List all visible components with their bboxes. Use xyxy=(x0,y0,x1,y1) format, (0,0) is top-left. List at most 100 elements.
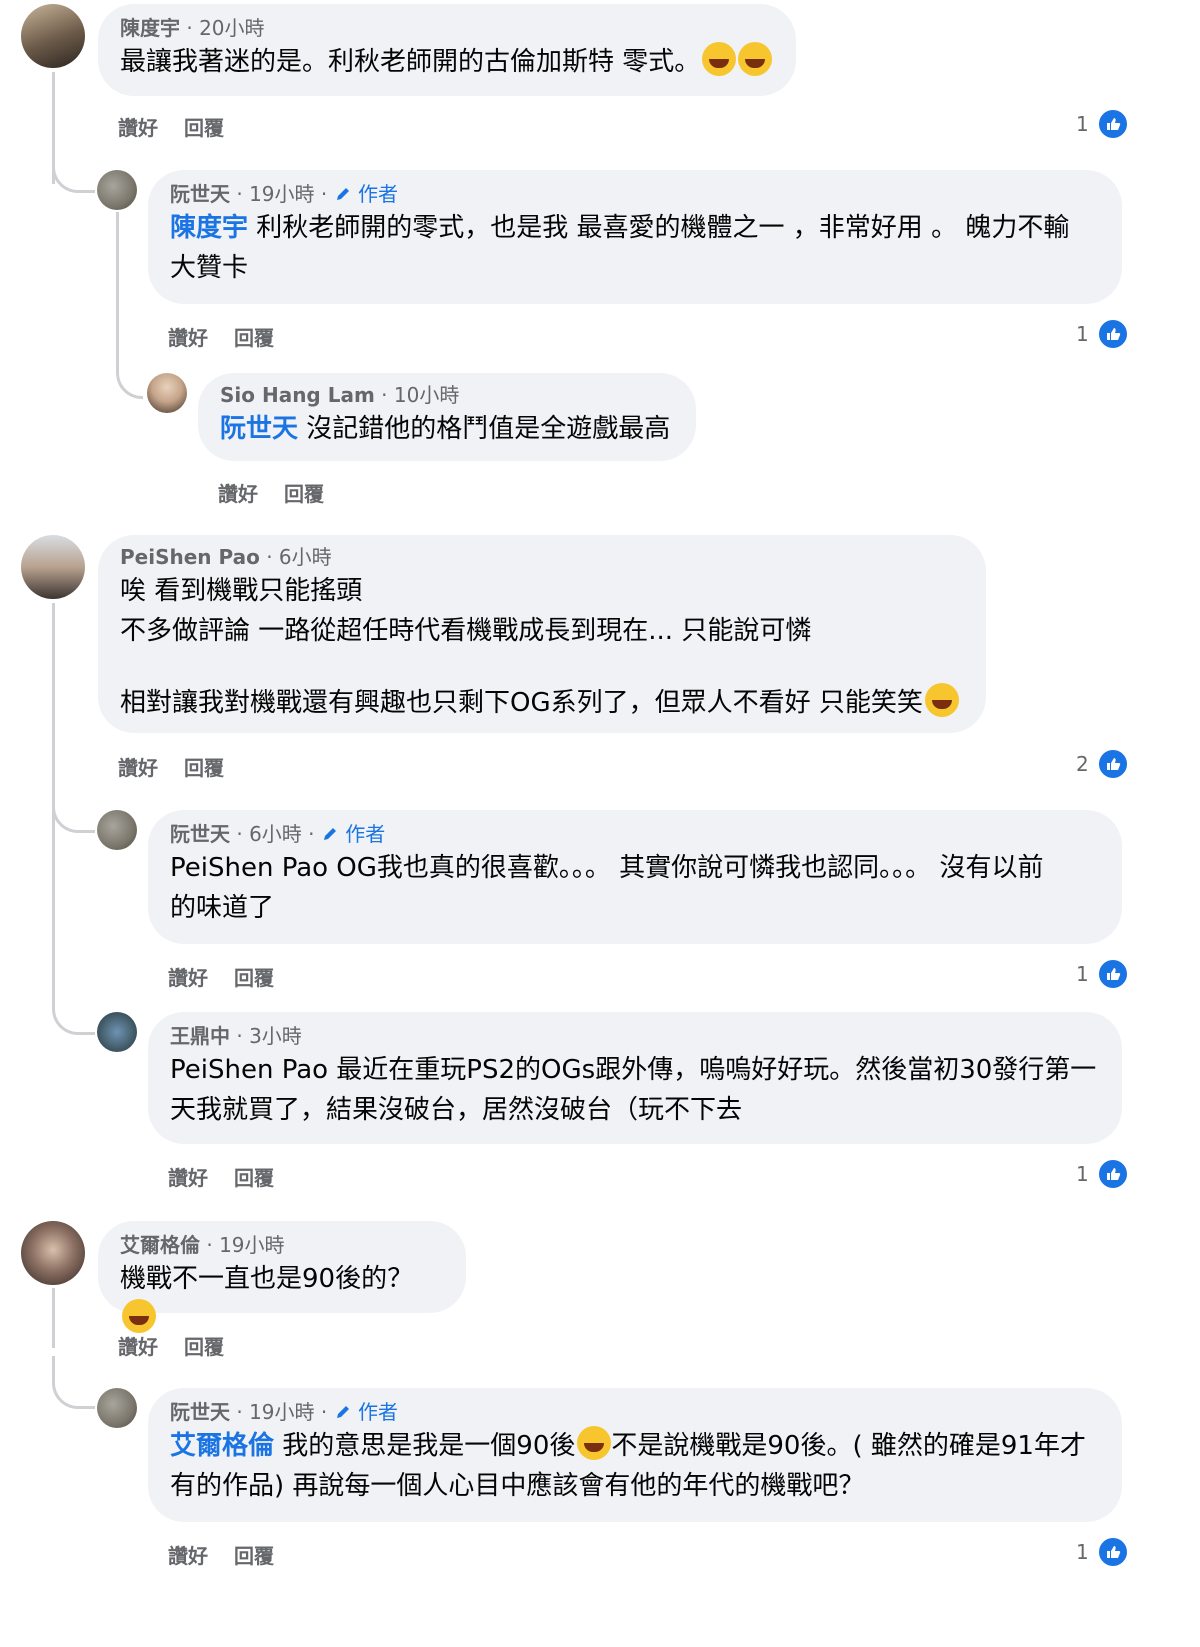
comment-text: 有的作品) 再說每一個人心目中應該會有他的年代的機戰吧？ xyxy=(170,1471,865,1501)
avatar[interactable] xyxy=(21,535,85,599)
comment-text: 大贊卡 xyxy=(170,253,249,283)
thumbs-up-icon xyxy=(1096,748,1129,780)
comment-bubble: 阮世天 · 19小時 · 作者 艾爾格倫 我的意思是我是一個90後 不是說機戰是9… xyxy=(148,1388,1122,1522)
thread-line xyxy=(52,1288,55,1348)
timestamp[interactable]: 20小時 xyxy=(199,16,264,40)
pencil-icon xyxy=(336,1406,349,1418)
thread-curve xyxy=(116,340,143,399)
avatar[interactable] xyxy=(21,4,85,68)
mention-link[interactable]: 艾爾格倫 xyxy=(170,1431,274,1461)
timestamp[interactable]: 19小時 xyxy=(249,182,314,206)
comment-actions: 讚好 回覆 xyxy=(168,962,300,991)
comment-text: 利秋老師開的零式，也是我 最喜愛的機體之一 ，非常好用 。 魄力不輸 xyxy=(248,213,1070,243)
reply-button[interactable]: 回覆 xyxy=(184,116,224,140)
comment-actions: 讚好 回覆 xyxy=(218,478,350,507)
timestamp[interactable]: 19小時 xyxy=(249,1400,314,1424)
comment-text: 沒記錯他的格鬥值是全遊戲最高 xyxy=(298,414,671,444)
like-button[interactable]: 讚好 xyxy=(118,116,158,140)
comment-bubble: 陳度宇 · 20小時 最讓我著迷的是。利秋老師開的古倫加斯特 零式。 xyxy=(98,4,796,96)
comment-text: 相對讓我對機戰還有興趣也只剩下OG系列了，但眾人不看好 只能笑笑 xyxy=(120,688,923,718)
comment-text: 最讓我著迷的是。利秋老師開的古倫加斯特 零式。 xyxy=(120,47,701,77)
laughing-crying-emoji-icon xyxy=(738,42,773,76)
comment-text: 唉 看到機戰只能搖頭 xyxy=(120,576,363,606)
reply-button[interactable]: 回覆 xyxy=(234,326,274,350)
reaction-count[interactable]: 1 xyxy=(1076,318,1129,350)
commenter-name[interactable]: Sio Hang Lam xyxy=(220,383,375,407)
thread-curve xyxy=(52,140,95,193)
timestamp[interactable]: 6小時 xyxy=(249,822,302,846)
comment-text: 我的意思是我是一個90後 xyxy=(274,1431,576,1461)
thread-curve xyxy=(52,1356,95,1409)
avatar[interactable] xyxy=(97,1012,137,1052)
author-badge: 作者 xyxy=(321,822,385,846)
comment-actions: 讚好 回覆 xyxy=(118,1331,250,1360)
reaction-count[interactable]: 1 xyxy=(1076,1158,1129,1190)
mention-link[interactable]: 阮世天 xyxy=(220,414,298,444)
avatar[interactable] xyxy=(97,1388,137,1428)
comment-bubble: PeiShen Pao · 6小時 唉 看到機戰只能搖頭 不多做評論 一路從超任… xyxy=(98,535,986,733)
reaction-count[interactable]: 1 xyxy=(1076,958,1129,990)
comment-actions: 讚好 回覆 xyxy=(118,112,250,141)
like-button[interactable]: 讚好 xyxy=(168,1544,208,1568)
timestamp[interactable]: 10小時 xyxy=(394,383,459,407)
mention-link[interactable]: 陳度宇 xyxy=(170,213,248,243)
author-badge: 作者 xyxy=(334,1400,398,1424)
reaction-count[interactable]: 1 xyxy=(1076,1536,1129,1568)
comment-actions: 讚好 回覆 xyxy=(118,752,250,781)
reply-button[interactable]: 回覆 xyxy=(284,482,324,506)
timestamp[interactable]: 19小時 xyxy=(219,1233,284,1257)
thread-curve xyxy=(52,980,95,1035)
like-button[interactable]: 讚好 xyxy=(168,1166,208,1190)
commenter-name[interactable]: 阮世天 xyxy=(170,182,230,206)
timestamp[interactable]: 6小時 xyxy=(279,545,332,569)
thumbs-up-icon xyxy=(1096,1536,1129,1568)
sweat-smile-emoji-icon xyxy=(122,1299,156,1333)
avatar[interactable] xyxy=(97,810,137,850)
thumbs-up-icon xyxy=(1096,1158,1129,1190)
thumbs-up-icon xyxy=(1096,318,1129,350)
reply-button[interactable]: 回覆 xyxy=(184,756,224,780)
pencil-icon xyxy=(323,828,336,840)
author-badge: 作者 xyxy=(334,182,398,206)
comment-text: 天我就買了，結果沒破台，居然沒破台（玩不下去 xyxy=(170,1095,743,1125)
reaction-count[interactable]: 2 xyxy=(1076,748,1129,780)
comment-bubble: 王鼎中 · 3小時 PeiShen Pao 最近在重玩PS2的OGs跟外傳，嗚嗚… xyxy=(148,1012,1122,1144)
comment-bubble: Sio Hang Lam · 10小時 阮世天 沒記錯他的格鬥值是全遊戲最高 xyxy=(198,373,696,461)
commenter-name[interactable]: 阮世天 xyxy=(170,1400,230,1424)
sweat-smile-emoji-icon xyxy=(577,1426,612,1460)
comment-actions: 讚好 回覆 xyxy=(168,1540,300,1569)
comment-text: PeiShen Pao 最近在重玩PS2的OGs跟外傳，嗚嗚好好玩。然後當初30… xyxy=(170,1055,1097,1085)
reply-button[interactable]: 回覆 xyxy=(234,1544,274,1568)
commenter-name[interactable]: 艾爾格倫 xyxy=(120,1233,200,1257)
comment-text: 不是說機戰是90後。( 雖然的確是91年才 xyxy=(611,1431,1086,1461)
comment-bubble: 阮世天 · 6小時 · 作者 PeiShen Pao OG我也真的很喜歡。。。 … xyxy=(148,810,1122,944)
comment-actions: 讚好 回覆 xyxy=(168,322,300,351)
pencil-icon xyxy=(336,188,349,200)
avatar[interactable] xyxy=(97,170,137,210)
commenter-name[interactable]: 阮世天 xyxy=(170,822,230,846)
timestamp[interactable]: 3小時 xyxy=(249,1024,302,1048)
reply-button[interactable]: 回覆 xyxy=(234,1166,274,1190)
like-button[interactable]: 讚好 xyxy=(118,1335,158,1359)
avatar[interactable] xyxy=(147,373,187,413)
reaction-count[interactable]: 1 xyxy=(1076,108,1129,140)
reply-button[interactable]: 回覆 xyxy=(184,1335,224,1359)
commenter-name[interactable]: 王鼎中 xyxy=(170,1024,230,1048)
like-button[interactable]: 讚好 xyxy=(118,756,158,780)
thumbs-up-icon xyxy=(1096,958,1129,990)
comment-bubble: 艾爾格倫 · 19小時 機戰不一直也是90後的？ xyxy=(98,1221,466,1333)
comment-text: 機戰不一直也是90後的？ xyxy=(120,1264,414,1294)
laughing-crying-emoji-icon xyxy=(702,42,737,76)
thumbs-up-icon xyxy=(1096,108,1129,140)
commenter-name[interactable]: 陳度宇 xyxy=(120,16,180,40)
like-button[interactable]: 讚好 xyxy=(168,966,208,990)
thread-line xyxy=(116,212,119,342)
avatar[interactable] xyxy=(21,1221,85,1285)
reply-button[interactable]: 回覆 xyxy=(234,966,274,990)
comment-bubble: 阮世天 · 19小時 · 作者 陳度宇 利秋老師開的零式，也是我 最喜愛的機體之… xyxy=(148,170,1122,304)
like-button[interactable]: 讚好 xyxy=(218,482,258,506)
thread-curve xyxy=(52,780,95,833)
like-button[interactable]: 讚好 xyxy=(168,326,208,350)
comment-actions: 讚好 回覆 xyxy=(168,1162,300,1191)
commenter-name[interactable]: PeiShen Pao xyxy=(120,545,260,569)
